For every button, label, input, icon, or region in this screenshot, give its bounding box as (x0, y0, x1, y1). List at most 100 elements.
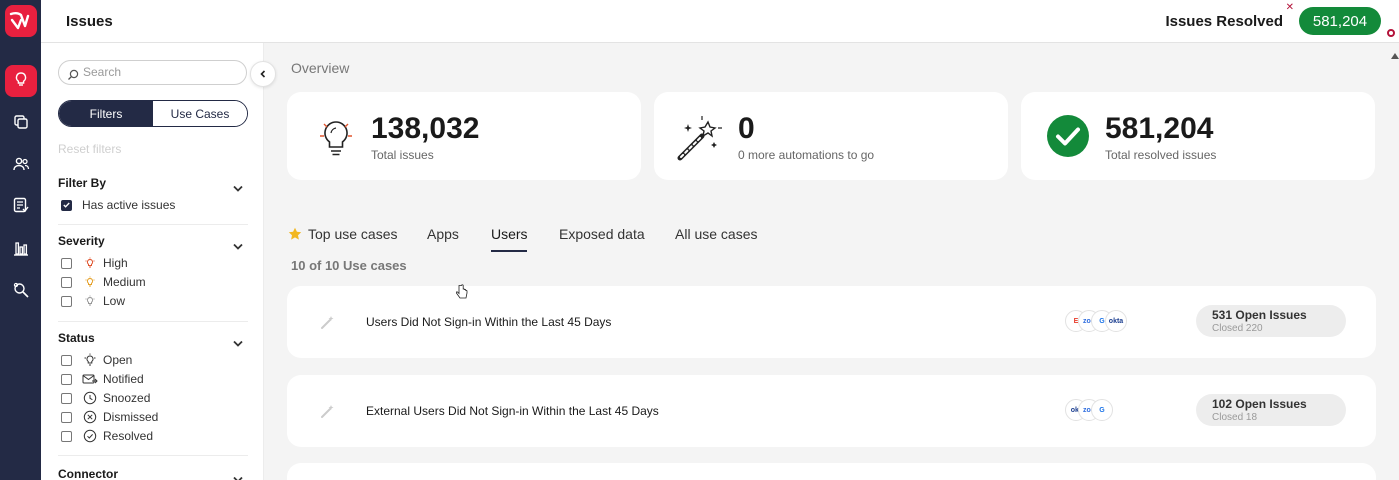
check-circle-icon (1046, 114, 1089, 158)
top-header: Issues Issues Resolved 581,204 ✕ (41, 0, 1399, 43)
check-circle-icon (82, 428, 98, 444)
nav-users[interactable] (5, 150, 37, 182)
option-label: Resolved (103, 429, 154, 443)
open-issues-count: 531 Open Issues (1212, 308, 1307, 322)
status-option-notified[interactable]: Notified (61, 371, 144, 387)
divider (58, 224, 248, 225)
copy-icon (12, 113, 30, 136)
status-title: Status (58, 331, 95, 345)
reset-filters-link[interactable]: Reset filters (58, 142, 121, 156)
nav-rail (0, 0, 41, 480)
tab-all-use-cases[interactable]: All use cases (675, 226, 757, 242)
status-option-dismissed[interactable]: Dismissed (61, 409, 158, 425)
nav-copy[interactable] (5, 108, 37, 140)
search-magnify-icon (12, 281, 30, 304)
scrollbar[interactable] (1390, 43, 1399, 480)
search-placeholder: Search (83, 65, 122, 79)
x-circle-icon (82, 409, 98, 425)
filter-panel: Search Filters Use Cases Reset filters F… (41, 43, 276, 480)
tab-use-cases[interactable]: Use Cases (153, 101, 247, 126)
severity-option-high[interactable]: High (61, 255, 128, 271)
checkbox-checked-icon[interactable] (61, 199, 72, 211)
search-input[interactable]: Search (58, 60, 247, 85)
automations-value: 0 (738, 112, 755, 145)
bar-chart-icon (12, 239, 30, 262)
checkbox[interactable] (61, 392, 72, 404)
filter-option-has-active-issues[interactable]: Has active issues (61, 197, 175, 213)
use-case-row[interactable]: External Users Did Not Sign-in Within th… (287, 375, 1376, 447)
automations-label: 0 more automations to go (738, 148, 875, 162)
clock-icon (82, 390, 98, 406)
sparkle-icon: ✕ (1285, 2, 1294, 13)
option-label: High (103, 256, 128, 270)
chevron-down-icon[interactable] (233, 179, 243, 197)
checkbox[interactable] (61, 257, 72, 269)
option-label: Dismissed (103, 410, 159, 424)
resolved-label: Total resolved issues (1105, 148, 1217, 162)
checkbox[interactable] (61, 354, 72, 366)
use-case-title: Users Did Not Sign-in Within the Last 45… (366, 315, 612, 329)
issues-resolved-badge[interactable]: 581,204 (1299, 7, 1381, 35)
overview-title: Overview (291, 60, 350, 76)
open-issues-badge[interactable]: 102 Open Issues Closed 18 (1196, 394, 1346, 426)
chevron-down-icon[interactable] (233, 237, 243, 255)
logo-icon[interactable] (5, 5, 37, 37)
lightbulb-icon (12, 70, 30, 93)
use-case-count: 10 of 10 Use cases (291, 258, 407, 273)
chevron-down-icon[interactable] (233, 470, 243, 480)
tab-exposed-data[interactable]: Exposed data (559, 226, 645, 242)
option-label: Notified (103, 372, 144, 386)
checkbox[interactable] (61, 295, 72, 307)
lightbulb-icon (316, 114, 356, 158)
closed-issues-count: Closed 18 (1212, 412, 1258, 423)
checkbox[interactable] (61, 411, 72, 423)
open-issues-badge[interactable]: 531 Open Issues Closed 220 (1196, 305, 1346, 337)
option-label: Low (103, 294, 126, 308)
option-label: Snoozed (103, 391, 151, 405)
tab-top-use-cases[interactable]: Top use cases (308, 226, 398, 242)
hand-cursor-icon (455, 284, 468, 305)
connector-title: Connector (58, 467, 118, 480)
chevron-left-icon (259, 65, 267, 83)
nav-rules[interactable] (5, 191, 37, 223)
chevron-down-icon[interactable] (233, 334, 243, 352)
nav-explore[interactable] (5, 276, 37, 308)
bulb-high-icon (82, 255, 98, 271)
filter-by-title: Filter By (58, 176, 107, 190)
checkbox[interactable] (61, 373, 72, 385)
use-case-row[interactable]: Users Did Not Sign-in Within the Last 45… (287, 286, 1376, 358)
app-icon: okta (1105, 310, 1127, 332)
use-case-row[interactable] (287, 463, 1376, 480)
total-issues-value: 138,032 (371, 112, 480, 145)
users-icon (12, 155, 30, 178)
active-tab-indicator (491, 250, 527, 252)
nav-reports[interactable] (5, 234, 37, 266)
tab-filters[interactable]: Filters (59, 101, 153, 126)
open-issues-count: 102 Open Issues (1212, 397, 1307, 411)
divider (58, 321, 248, 322)
notification-dot-icon (1387, 29, 1395, 37)
status-option-snoozed[interactable]: Snoozed (61, 390, 150, 406)
envelope-arrow-icon (82, 371, 98, 387)
status-option-open[interactable]: Open (61, 352, 132, 368)
collapse-panel-button[interactable] (250, 61, 276, 87)
nav-issues[interactable] (5, 65, 37, 97)
status-option-resolved[interactable]: Resolved (61, 428, 153, 444)
checkbox[interactable] (61, 276, 72, 288)
page-title: Issues (66, 13, 113, 30)
severity-option-medium[interactable]: Medium (61, 274, 146, 290)
automations-card: 0 0 more automations to go (654, 92, 1008, 180)
resolved-value: 581,204 (1105, 112, 1214, 145)
bulb-low-icon (82, 293, 98, 309)
option-label: Has active issues (82, 198, 176, 212)
tab-users[interactable]: Users (491, 226, 528, 242)
option-label: Medium (103, 275, 146, 289)
tab-apps[interactable]: Apps (427, 226, 459, 242)
app-icon: G (1091, 399, 1113, 421)
severity-option-low[interactable]: Low (61, 293, 125, 309)
checkbox[interactable] (61, 430, 72, 442)
issues-resolved-label: Issues Resolved (1165, 13, 1283, 30)
magic-wand-icon (674, 114, 722, 161)
scroll-up-icon[interactable] (1391, 46, 1399, 64)
severity-title: Severity (58, 234, 105, 248)
